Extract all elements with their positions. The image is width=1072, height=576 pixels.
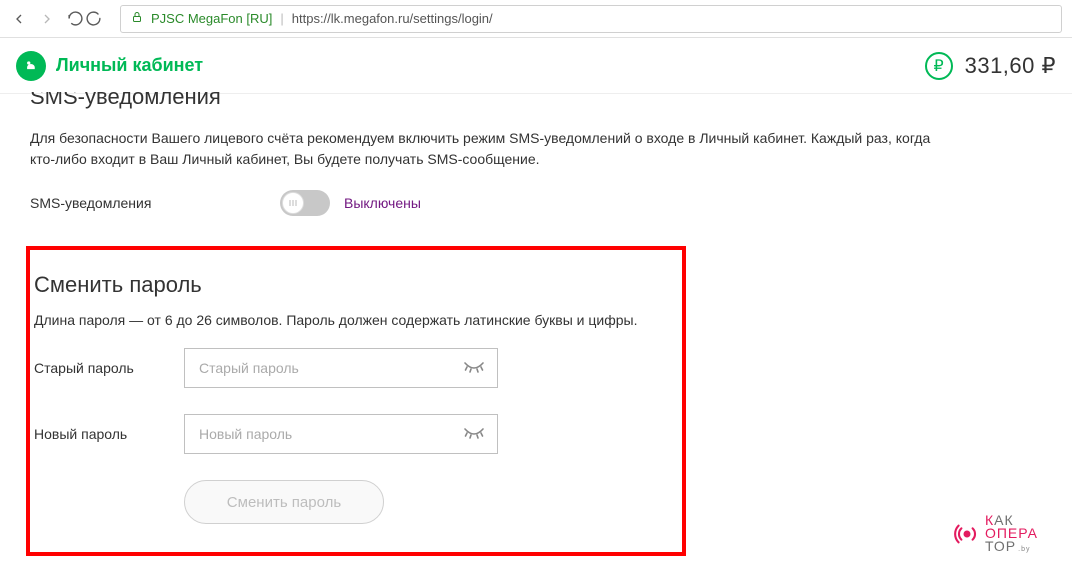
separator: | — [280, 11, 283, 26]
main-content: SMS-уведомления Для безопасности Вашего … — [0, 92, 1072, 576]
balance-display[interactable]: ₽ 331,60 ₽ — [925, 52, 1056, 80]
address-bar[interactable]: PJSC MegaFon [RU] | https://lk.megafon.r… — [120, 5, 1062, 33]
reload-icon[interactable] — [84, 10, 102, 28]
browser-toolbar: PJSC MegaFon [RU] | https://lk.megafon.r… — [0, 0, 1072, 38]
logo-icon — [16, 51, 46, 81]
old-password-field-wrap — [184, 348, 498, 388]
lock-icon — [131, 10, 143, 27]
eye-closed-icon[interactable] — [463, 427, 485, 441]
sms-section-title: SMS-уведомления — [30, 92, 1042, 112]
new-password-input[interactable] — [199, 426, 463, 442]
site-identity: PJSC MegaFon [RU] — [151, 11, 272, 26]
old-password-label: Старый пароль — [34, 360, 184, 376]
change-password-title: Сменить пароль — [34, 272, 664, 298]
sms-toggle-label: SMS-уведомления — [30, 195, 280, 211]
sms-section-description: Для безопасности Вашего лицевого счёта р… — [30, 128, 950, 170]
new-password-label: Новый пароль — [34, 426, 184, 442]
url-text: https://lk.megafon.ru/settings/login/ — [292, 11, 493, 26]
change-password-description: Длина пароля — от 6 до 26 символов. Паро… — [34, 312, 664, 328]
sms-toggle-row: SMS-уведомления Выключены — [30, 190, 1042, 216]
watermark-icon — [953, 520, 981, 548]
sms-toggle[interactable] — [280, 190, 330, 216]
sms-toggle-status: Выключены — [344, 195, 421, 211]
toggle-knob — [282, 192, 304, 214]
old-password-input[interactable] — [199, 360, 463, 376]
ruble-icon: ₽ — [925, 52, 953, 80]
forward-button[interactable] — [38, 10, 56, 28]
change-password-section: Сменить пароль Длина пароля — от 6 до 26… — [26, 246, 686, 556]
eye-closed-icon[interactable] — [463, 361, 485, 375]
logo[interactable]: Личный кабинет — [16, 51, 203, 81]
watermark: КАК ОПЕРА ТОР.by — [953, 514, 1038, 554]
site-header: Личный кабинет ₽ 331,60 ₽ — [0, 38, 1072, 94]
new-password-row: Новый пароль — [34, 414, 664, 454]
watermark-text: КАК ОПЕРА ТОР.by — [985, 514, 1038, 554]
new-password-field-wrap — [184, 414, 498, 454]
old-password-row: Старый пароль — [34, 348, 664, 388]
submit-row: Сменить пароль — [34, 480, 664, 524]
balance-amount: 331,60 ₽ — [965, 53, 1056, 79]
reload-button[interactable] — [66, 10, 84, 28]
change-password-button[interactable]: Сменить пароль — [184, 480, 384, 524]
logo-text: Личный кабинет — [56, 55, 203, 76]
back-button[interactable] — [10, 10, 28, 28]
